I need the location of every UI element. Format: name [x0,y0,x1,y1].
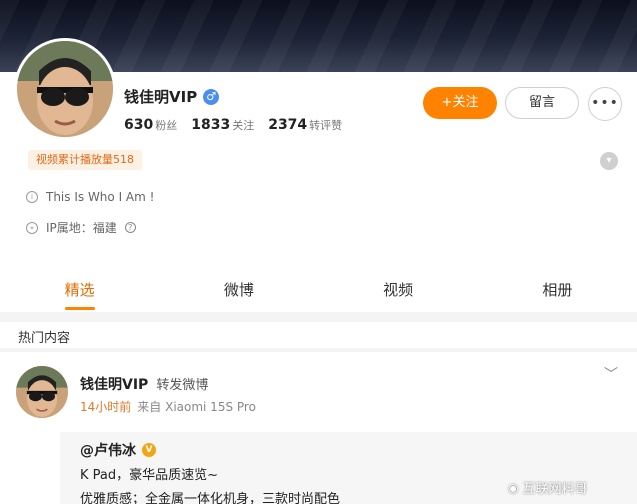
tab-album[interactable]: 相册 [478,270,637,312]
username: 钱佳明VIP [124,88,198,106]
profile-stats: 630 粉丝 1833 关注 2374 转评赞 [124,114,342,133]
section-title: 热门内容 [18,331,71,346]
watermark-text: 互联网料哥 [522,482,588,497]
help-icon[interactable]: ? [124,222,136,233]
username-row: 钱佳明VIP ♂ [124,86,220,107]
video-play-count-badge: 视频累计播放量518 [28,150,142,170]
post-author[interactable]: 钱佳明VIP [80,374,148,394]
repost-text-line: 优雅质感；全金属一体化机身，三款时尚配色 [80,492,341,504]
post-time: 14小时前 [80,400,132,414]
engagement-label: 转评赞 [309,119,343,132]
tab-weibo[interactable]: 微博 [159,270,318,312]
engagement-stat[interactable]: 2374 转评赞 [268,114,342,133]
followers-label: 粉丝 [155,119,178,132]
post-action: 转发微博 [156,378,209,393]
followers-count: 630 [124,117,154,133]
chevron-down-icon[interactable]: ﹀ [604,364,618,384]
avatar[interactable] [14,38,116,140]
message-button[interactable]: 留言 [505,87,579,119]
following-stat[interactable]: 1833 关注 [191,114,254,133]
following-label: 关注 [232,119,255,132]
post-avatar[interactable] [16,366,68,418]
repost-author[interactable]: @卢伟冰 [80,440,136,460]
repost-author-row: @卢伟冰 V [80,440,156,460]
more-options-button[interactable]: ••• [588,87,622,121]
tab-featured[interactable]: 精选 [0,270,159,312]
engagement-count: 2374 [268,117,308,133]
profile-tabs: 精选 微博 视频 相册 [0,270,637,312]
bio-row: i This Is Who I Am ! [26,190,154,204]
location-icon: ⌖ [26,221,38,234]
ip-location-row: ⌖ IP属地：福建 ? [26,219,136,236]
gender-male-icon: ♂ [203,88,220,105]
post-meta: 14小时前 来自 Xiaomi 15S Pro [80,398,256,415]
info-icon: i [26,191,38,203]
followers-stat[interactable]: 630 粉丝 [124,114,177,133]
post-header: 钱佳明VIP 转发微博 [80,374,208,394]
tab-video[interactable]: 视频 [319,270,478,312]
following-count: 1833 [191,117,231,133]
expand-icon[interactable]: ▾ [600,152,618,170]
hot-content-header: 热门内容 [0,322,637,348]
ip-location-text: IP属地：福建 [46,221,117,235]
weibo-icon: ◉ [508,480,519,495]
repost-text-line: K Pad，豪华品质速览~ [80,468,219,483]
post-source: 来自 Xiaomi 15S Pro [137,400,256,414]
watermark: ◉ 互联网料哥 [508,478,588,498]
bio-text: This Is Who I Am ! [46,190,155,204]
verified-gold-icon: V [142,443,156,457]
follow-button[interactable]: +关注 [423,87,497,119]
